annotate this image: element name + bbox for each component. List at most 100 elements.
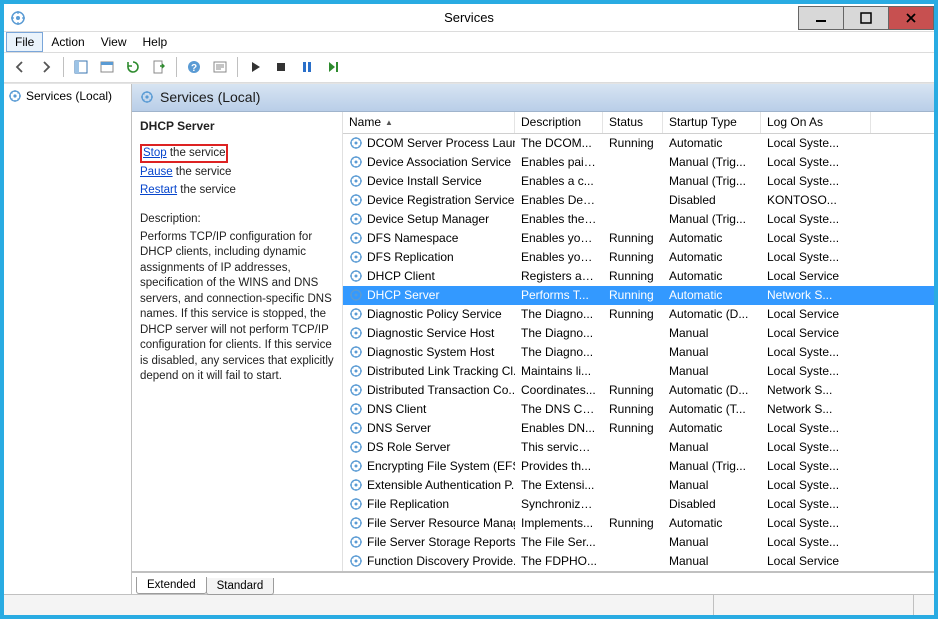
- service-logon: Local Syste...: [761, 516, 871, 530]
- service-row[interactable]: Function Discovery Provide...The FDPHO..…: [343, 552, 934, 571]
- stop-service-button[interactable]: [269, 55, 293, 79]
- tree-node-label: Services (Local): [26, 89, 112, 103]
- service-logon: Local Syste...: [761, 478, 871, 492]
- restart-service-button[interactable]: [321, 55, 345, 79]
- restart-service-link[interactable]: Restart: [140, 184, 177, 196]
- gear-icon: [349, 345, 363, 359]
- service-description: The Diagno...: [515, 345, 603, 359]
- column-description[interactable]: Description: [515, 112, 603, 133]
- service-startup: Manual (Trig...: [663, 212, 761, 226]
- service-logon: Local Service: [761, 269, 871, 283]
- service-name: Distributed Transaction Co...: [367, 383, 515, 397]
- column-status[interactable]: Status: [603, 112, 663, 133]
- service-row[interactable]: File ReplicationSynchronize...DisabledLo…: [343, 495, 934, 514]
- column-log-on-as[interactable]: Log On As: [761, 112, 871, 133]
- service-status: Running: [603, 136, 663, 150]
- gear-icon: [349, 459, 363, 473]
- service-name: DHCP Server: [367, 288, 439, 302]
- service-name: Diagnostic Policy Service: [367, 307, 502, 321]
- service-status: Running: [603, 383, 663, 397]
- maximize-button[interactable]: [843, 6, 889, 30]
- help-button[interactable]: ?: [182, 55, 206, 79]
- service-row[interactable]: Device Install ServiceEnables a c...Manu…: [343, 172, 934, 191]
- close-button[interactable]: [888, 6, 934, 30]
- pause-service-link[interactable]: Pause: [140, 166, 173, 178]
- service-row[interactable]: DFS ReplicationEnables you...RunningAuto…: [343, 248, 934, 267]
- service-row[interactable]: Encrypting File System (EFS)Provides th.…: [343, 457, 934, 476]
- service-name: Device Registration Service: [367, 193, 514, 207]
- service-row[interactable]: Diagnostic Policy ServiceThe Diagno...Ru…: [343, 305, 934, 324]
- service-row[interactable]: Device Registration ServiceEnables Dev..…: [343, 191, 934, 210]
- service-logon: Local Syste...: [761, 364, 871, 378]
- service-row[interactable]: Device Setup ManagerEnables the ...Manua…: [343, 210, 934, 229]
- gear-icon: [349, 402, 363, 416]
- show-hide-tree-button[interactable]: [69, 55, 93, 79]
- gear-icon: [349, 478, 363, 492]
- service-list: Name▲ Description Status Startup Type Lo…: [342, 112, 934, 571]
- service-row[interactable]: DNS ClientThe DNS Cli...RunningAutomatic…: [343, 400, 934, 419]
- service-row[interactable]: Diagnostic System HostThe Diagno...Manua…: [343, 343, 934, 362]
- service-row[interactable]: Device Association ServiceEnables pair..…: [343, 153, 934, 172]
- toolbar: ?: [4, 53, 934, 82]
- service-startup: Manual (Trig...: [663, 155, 761, 169]
- tab-standard[interactable]: Standard: [206, 578, 275, 595]
- service-startup: Automatic: [663, 136, 761, 150]
- service-description: Enables the ...: [515, 212, 603, 226]
- service-description: Registers an...: [515, 269, 603, 283]
- column-name[interactable]: Name▲: [343, 112, 515, 133]
- service-startup: Automatic: [663, 288, 761, 302]
- stop-service-link[interactable]: Stop: [143, 147, 167, 159]
- start-service-button[interactable]: [243, 55, 267, 79]
- service-row[interactable]: Distributed Link Tracking Cl...Maintains…: [343, 362, 934, 381]
- service-name: DFS Namespace: [367, 231, 458, 245]
- service-row[interactable]: DHCP ServerPerforms T...RunningAutomatic…: [343, 286, 934, 305]
- service-name: Diagnostic System Host: [367, 345, 494, 359]
- service-row[interactable]: DCOM Server Process Laun...The DCOM...Ru…: [343, 134, 934, 153]
- refresh-button[interactable]: [121, 55, 145, 79]
- service-row[interactable]: Diagnostic Service HostThe Diagno...Manu…: [343, 324, 934, 343]
- service-name: Device Association Service: [367, 155, 511, 169]
- properties2-button[interactable]: [208, 55, 232, 79]
- tree-node-services-local[interactable]: Services (Local): [6, 88, 129, 104]
- service-startup: Manual: [663, 440, 761, 454]
- menu-action[interactable]: Action: [43, 33, 92, 51]
- gear-icon: [349, 174, 363, 188]
- service-name: Function Discovery Provide...: [367, 554, 515, 568]
- menu-view[interactable]: View: [93, 33, 135, 51]
- gear-icon: [349, 326, 363, 340]
- gear-icon: [349, 421, 363, 435]
- service-status: Running: [603, 307, 663, 321]
- selected-service-name: DHCP Server: [140, 118, 334, 134]
- service-description: Performs T...: [515, 288, 603, 302]
- tab-strip: Extended Standard: [132, 572, 934, 594]
- menu-help[interactable]: Help: [135, 33, 176, 51]
- service-row[interactable]: DS Role ServerThis service ...ManualLoca…: [343, 438, 934, 457]
- service-status: Running: [603, 231, 663, 245]
- service-name: Encrypting File System (EFS): [367, 459, 515, 473]
- service-logon: Network S...: [761, 288, 871, 302]
- service-row[interactable]: File Server Storage Reports ...The File …: [343, 533, 934, 552]
- forward-button[interactable]: [34, 55, 58, 79]
- pause-service-button[interactable]: [295, 55, 319, 79]
- service-row[interactable]: File Server Resource ManagerImplements..…: [343, 514, 934, 533]
- tab-extended[interactable]: Extended: [136, 577, 207, 594]
- properties-button[interactable]: [95, 55, 119, 79]
- service-logon: Local Syste...: [761, 440, 871, 454]
- service-row[interactable]: DNS ServerEnables DN...RunningAutomaticL…: [343, 419, 934, 438]
- gear-icon: [349, 497, 363, 511]
- service-row[interactable]: Extensible Authentication P...The Extens…: [343, 476, 934, 495]
- export-button[interactable]: [147, 55, 171, 79]
- service-row[interactable]: DFS NamespaceEnables you...RunningAutoma…: [343, 229, 934, 248]
- minimize-button[interactable]: [798, 6, 844, 30]
- menu-file[interactable]: File: [6, 32, 43, 52]
- service-logon: Network S...: [761, 383, 871, 397]
- gear-icon: [349, 136, 363, 150]
- service-row[interactable]: Distributed Transaction Co...Coordinates…: [343, 381, 934, 400]
- gear-icon: [349, 269, 363, 283]
- back-button[interactable]: [8, 55, 32, 79]
- service-description: The File Ser...: [515, 535, 603, 549]
- column-startup-type[interactable]: Startup Type: [663, 112, 761, 133]
- service-startup: Automatic: [663, 250, 761, 264]
- service-description: Enables Dev...: [515, 193, 603, 207]
- service-row[interactable]: DHCP ClientRegisters an...RunningAutomat…: [343, 267, 934, 286]
